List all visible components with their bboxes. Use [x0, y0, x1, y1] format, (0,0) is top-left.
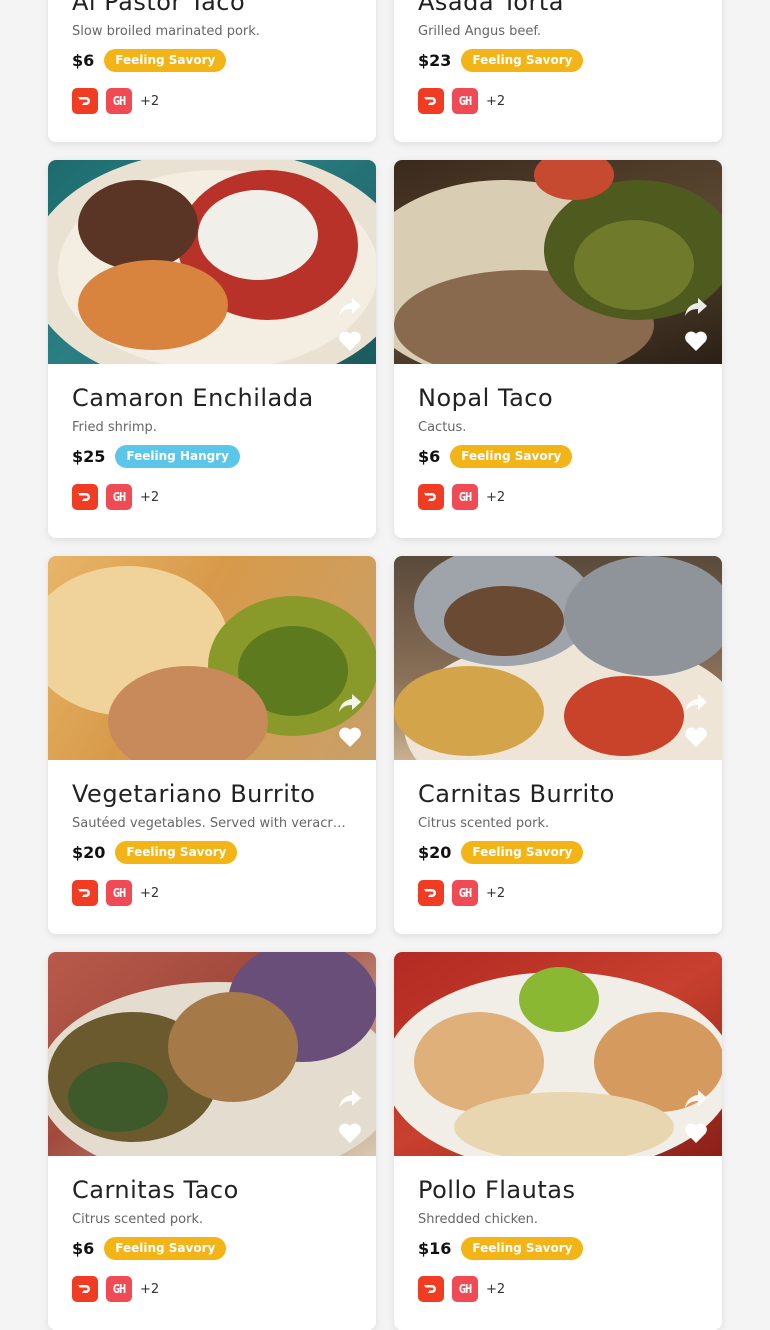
- more-services-count[interactable]: +2: [486, 886, 505, 901]
- item-title: Asada Torta: [418, 0, 564, 16]
- doordash-icon[interactable]: [72, 484, 98, 510]
- item-price: $20: [72, 842, 106, 862]
- item-price: $20: [418, 842, 452, 862]
- delivery-services: GH +2: [418, 1276, 698, 1302]
- heart-icon[interactable]: [684, 330, 708, 352]
- doordash-icon[interactable]: [418, 88, 444, 114]
- more-services-count[interactable]: +2: [140, 490, 159, 505]
- item-description: Cactus.: [418, 420, 467, 435]
- food-photo: [394, 160, 722, 364]
- share-icon[interactable]: [684, 692, 708, 714]
- grubhub-icon[interactable]: GH: [452, 88, 478, 114]
- delivery-services: GH +2: [418, 880, 698, 906]
- delivery-services: GH +2: [72, 1276, 352, 1302]
- mood-badge: Feeling Savory: [461, 840, 584, 864]
- menu-card[interactable]: Asada Torta Grilled Angus beef. $23 Feel…: [394, 0, 722, 142]
- grubhub-icon[interactable]: GH: [106, 88, 132, 114]
- doordash-icon[interactable]: [72, 880, 98, 906]
- doordash-icon[interactable]: [418, 880, 444, 906]
- menu-card[interactable]: Carnitas Taco Citrus scented pork. $6 Fe…: [48, 952, 376, 1330]
- grubhub-icon[interactable]: GH: [452, 484, 478, 510]
- item-title: Camaron Enchilada: [72, 384, 314, 412]
- menu-grid: Al Pastor Taco Slow broiled marinated po…: [0, 0, 770, 1330]
- mood-badge: Feeling Hangry: [115, 444, 240, 468]
- more-services-count[interactable]: +2: [486, 1282, 505, 1297]
- food-photo: [48, 160, 376, 364]
- heart-icon[interactable]: [684, 1122, 708, 1144]
- food-photo: [48, 952, 376, 1156]
- item-description: Grilled Angus beef.: [418, 24, 542, 39]
- menu-card[interactable]: Carnitas Burrito Citrus scented pork. $2…: [394, 556, 722, 934]
- grubhub-icon[interactable]: GH: [106, 880, 132, 906]
- delivery-services: GH +2: [72, 484, 352, 510]
- share-icon[interactable]: [338, 692, 362, 714]
- share-icon[interactable]: [684, 1088, 708, 1110]
- delivery-services: GH +2: [418, 484, 698, 510]
- more-services-count[interactable]: +2: [486, 490, 505, 505]
- share-icon[interactable]: [338, 1088, 362, 1110]
- mood-badge: Feeling Savory: [104, 48, 227, 72]
- item-price: $6: [72, 1238, 95, 1258]
- item-price: $6: [418, 446, 441, 466]
- share-icon[interactable]: [338, 296, 362, 318]
- heart-icon[interactable]: [684, 726, 708, 748]
- food-photo: [48, 556, 376, 760]
- delivery-services: GH +2: [418, 88, 698, 114]
- item-description: Shredded chicken.: [418, 1212, 539, 1227]
- heart-icon[interactable]: [338, 1122, 362, 1144]
- doordash-icon[interactable]: [418, 1276, 444, 1302]
- menu-card[interactable]: Pollo Flautas Shredded chicken. $16 Feel…: [394, 952, 722, 1330]
- food-photo: [394, 556, 722, 760]
- item-description: Fried shrimp.: [72, 420, 157, 435]
- item-description: Citrus scented pork.: [418, 816, 550, 831]
- more-services-count[interactable]: +2: [140, 94, 159, 109]
- item-description: Slow broiled marinated pork.: [72, 24, 260, 39]
- more-services-count[interactable]: +2: [486, 94, 505, 109]
- item-title: Carnitas Taco: [72, 1176, 239, 1204]
- heart-icon[interactable]: [338, 330, 362, 352]
- doordash-icon[interactable]: [72, 88, 98, 114]
- heart-icon[interactable]: [338, 726, 362, 748]
- grubhub-icon[interactable]: GH: [452, 1276, 478, 1302]
- more-services-count[interactable]: +2: [140, 1282, 159, 1297]
- item-price: $16: [418, 1238, 452, 1258]
- mood-badge: Feeling Savory: [115, 840, 238, 864]
- menu-card[interactable]: Al Pastor Taco Slow broiled marinated po…: [48, 0, 376, 142]
- item-title: Al Pastor Taco: [72, 0, 246, 16]
- item-price: $6: [72, 50, 95, 70]
- menu-card[interactable]: Vegetariano Burrito Sautéed vegetables. …: [48, 556, 376, 934]
- item-title: Nopal Taco: [418, 384, 554, 412]
- item-title: Carnitas Burrito: [418, 780, 615, 808]
- mood-badge: Feeling Savory: [104, 1236, 227, 1260]
- delivery-services: GH +2: [72, 88, 352, 114]
- grubhub-icon[interactable]: GH: [106, 484, 132, 510]
- food-photo: [394, 952, 722, 1156]
- doordash-icon[interactable]: [72, 1276, 98, 1302]
- item-description: Sautéed vegetables. Served with veracru…: [72, 816, 352, 831]
- share-icon[interactable]: [684, 296, 708, 318]
- grubhub-icon[interactable]: GH: [106, 1276, 132, 1302]
- menu-card[interactable]: Camaron Enchilada Fried shrimp. $25 Feel…: [48, 160, 376, 538]
- item-title: Vegetariano Burrito: [72, 780, 316, 808]
- more-services-count[interactable]: +2: [140, 886, 159, 901]
- menu-card[interactable]: Nopal Taco Cactus. $6 Feeling Savory GH …: [394, 160, 722, 538]
- item-price: $25: [72, 446, 106, 466]
- doordash-icon[interactable]: [418, 484, 444, 510]
- item-title: Pollo Flautas: [418, 1176, 576, 1204]
- delivery-services: GH +2: [72, 880, 352, 906]
- mood-badge: Feeling Savory: [450, 444, 573, 468]
- item-price: $23: [418, 50, 452, 70]
- grubhub-icon[interactable]: GH: [452, 880, 478, 906]
- mood-badge: Feeling Savory: [461, 1236, 584, 1260]
- mood-badge: Feeling Savory: [461, 48, 584, 72]
- item-description: Citrus scented pork.: [72, 1212, 204, 1227]
